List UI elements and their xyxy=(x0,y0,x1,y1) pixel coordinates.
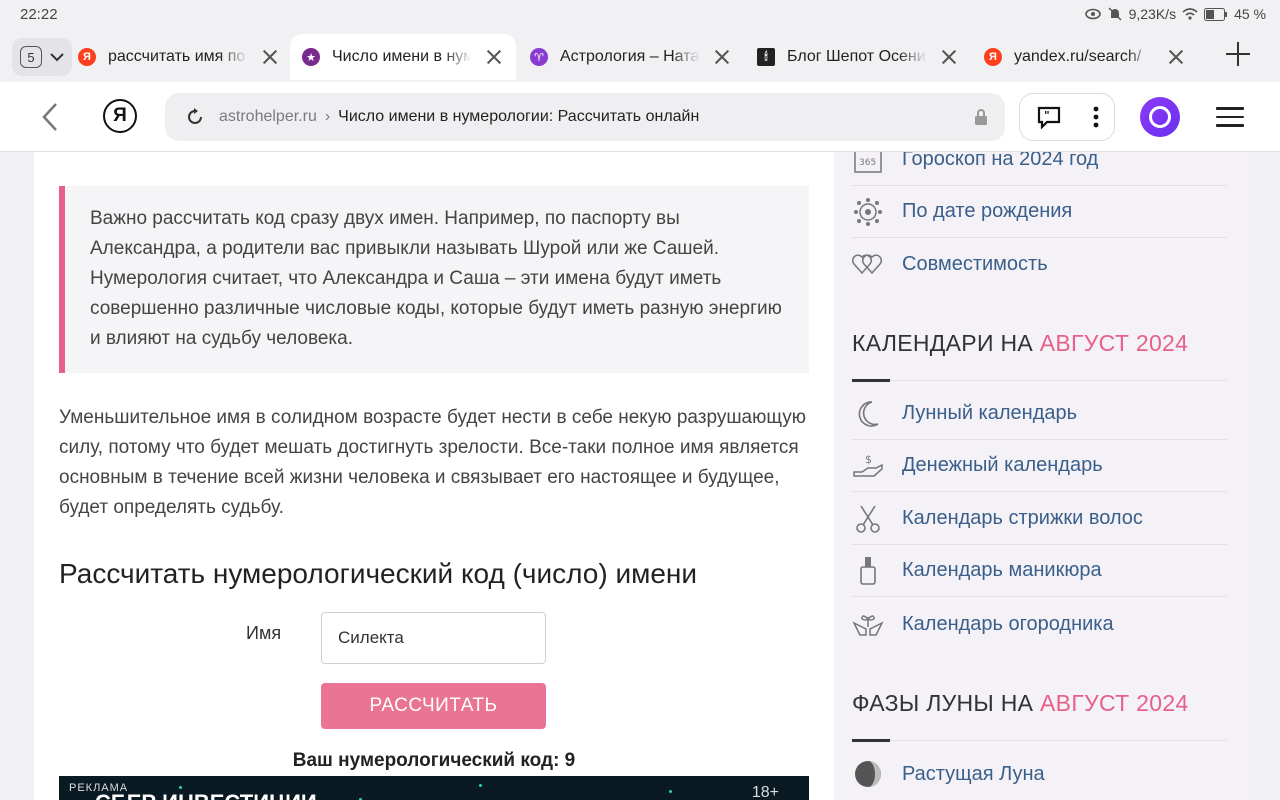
tab-item[interactable]: ♈ Астрология – Натальная карта xyxy=(518,34,742,80)
sidebar-item-label: Календарь стрижки волос xyxy=(902,507,1143,529)
zodiac-wheel-icon xyxy=(852,196,884,228)
more-vertical-icon[interactable] xyxy=(1093,105,1099,129)
yandex-icon: Я xyxy=(78,48,96,66)
sidebar-item-label: Гороскоп на 2024 год xyxy=(902,152,1099,170)
ad-age-rating: 18+ xyxy=(751,784,779,800)
alice-assistant-button[interactable] xyxy=(1140,97,1180,137)
tab-title: Число имени в нумерологии xyxy=(332,48,472,65)
sidebar-item-waxing-moon[interactable]: Растущая Луна xyxy=(852,748,1227,800)
result-text: Ваш нумерологический код: 9 xyxy=(292,750,576,771)
reload-icon[interactable] xyxy=(185,107,205,127)
tab-count: 5 xyxy=(20,46,42,68)
battery-icon xyxy=(1204,7,1228,21)
sidebar-item-lunar[interactable]: Лунный календарь xyxy=(852,388,1227,440)
sprout-hands-icon xyxy=(852,608,884,640)
close-icon[interactable] xyxy=(941,49,957,65)
waxing-moon-icon xyxy=(852,758,884,790)
system-status-bar: 22:22 9,23K/s 45 % xyxy=(0,0,1280,30)
ad-banner[interactable]: РЕКЛАМА СБЕР ИНВЕСТИЦИИ 18+ xyxy=(59,776,809,800)
sidebar-item-birthdate[interactable]: По дате рождения xyxy=(852,186,1227,238)
sidebar-item-label: Календарь огородника xyxy=(902,612,1114,635)
wifi-icon xyxy=(1182,8,1198,20)
chat-quote-icon[interactable]: " xyxy=(1036,105,1062,129)
chevron-down-icon xyxy=(50,52,64,61)
page-viewport: Важно рассчитать код сразу двух имен. На… xyxy=(0,152,1280,800)
url-page-title: Число имени в нумерологии: Рассчитать он… xyxy=(338,108,700,125)
ad-title: СБЕР ИНВЕСТИЦИИ xyxy=(95,790,317,800)
name-label: Имя xyxy=(246,623,282,643)
yandex-logo[interactable]: Я xyxy=(103,99,137,133)
section-heading: Рассчитать нумерологический код (число) … xyxy=(59,558,698,589)
sidebar-item-horoscope[interactable]: 365 Гороскоп на 2024 год xyxy=(852,152,1227,186)
name-input[interactable] xyxy=(321,612,546,664)
hearts-icon xyxy=(852,248,884,280)
calculate-button[interactable]: РАССЧИТАТЬ xyxy=(321,683,546,729)
heading-divider xyxy=(852,739,1227,742)
battery-level: 45 % xyxy=(1234,6,1266,22)
tab-title: рассчитать имя по нумерологии xyxy=(108,48,248,65)
network-speed: 9,23K/s xyxy=(1128,6,1177,22)
tab-title: Блог Шепот Осени xyxy=(787,48,926,65)
tab-title: Астрология – Натальная карта xyxy=(560,48,700,65)
tab-title: yandex.ru/search/ xyxy=(1014,48,1142,65)
close-icon[interactable] xyxy=(714,49,730,65)
article-content: Важно рассчитать код сразу двух имен. На… xyxy=(34,152,834,800)
tab-item[interactable]: Я yandex.ru/search/ xyxy=(972,34,1196,80)
sidebar-item-label: По дате рождения xyxy=(902,200,1073,222)
sidebar-item-label: Календарь маникюра xyxy=(902,559,1102,581)
calendar-365-icon: 365 xyxy=(852,152,884,176)
tab-strip: 5 Я рассчитать имя по нумерологии ★ Числ… xyxy=(0,30,1280,82)
moon-icon xyxy=(852,398,884,430)
sidebar-heading-phases: ФАЗЫ ЛУНЫ НА АВГУСТ 2024 xyxy=(852,690,1189,716)
close-icon[interactable] xyxy=(1168,49,1184,65)
yandex-icon: Я xyxy=(984,48,1002,66)
heading-divider xyxy=(852,379,1227,382)
sidebar-heading-calendars: КАЛЕНДАРИ НА АВГУСТ 2024 xyxy=(852,330,1189,356)
back-arrow-icon[interactable] xyxy=(38,102,62,132)
svg-text:$: $ xyxy=(865,453,872,466)
sidebar: 365 Гороскоп на 2024 год По дате рождени… xyxy=(834,152,1247,800)
address-bar[interactable]: astrohelper.ru › Число имени в нумеролог… xyxy=(165,93,1005,141)
sidebar-item-label: Денежный календарь xyxy=(902,454,1103,476)
status-indicators: 9,23K/s 45 % xyxy=(1084,6,1266,22)
astrology-icon: ♈ xyxy=(530,48,548,66)
astrohelper-icon: ★ xyxy=(302,48,320,66)
url-domain: astrohelper.ru xyxy=(219,108,317,125)
tab-switcher-button[interactable]: 5 xyxy=(12,38,72,76)
sidebar-item-haircut[interactable]: Календарь стрижки волос xyxy=(852,493,1227,545)
browser-toolbar: Я astrohelper.ru › Число имени в нумерол… xyxy=(0,82,1280,152)
sidebar-item-compatibility[interactable]: Совместимость xyxy=(852,238,1227,290)
hamburger-menu-icon[interactable] xyxy=(1216,107,1244,127)
close-icon[interactable] xyxy=(486,49,502,65)
lock-icon[interactable] xyxy=(973,108,989,126)
url-separator: › xyxy=(324,108,331,125)
sidebar-item-garden[interactable]: Календарь огородника xyxy=(852,598,1227,650)
article-paragraph: Уменьшительное имя в солидном возрасте б… xyxy=(59,407,806,518)
money-hand-icon: $ xyxy=(852,450,884,482)
sidebar-item-label: Лунный календарь xyxy=(902,402,1078,424)
svg-text:": " xyxy=(1044,109,1050,122)
highlight-quote: Важно рассчитать код сразу двух имен. На… xyxy=(59,186,809,373)
tab-item[interactable]: 🕯 Блог Шепот Осени xyxy=(745,34,969,80)
blog-icon: 🕯 xyxy=(757,48,775,66)
mute-bell-icon xyxy=(1108,7,1122,21)
clock: 22:22 xyxy=(20,6,58,23)
new-tab-button[interactable] xyxy=(1226,42,1250,66)
nail-polish-icon xyxy=(852,555,884,587)
tab-item-active[interactable]: ★ Число имени в нумерологии xyxy=(290,34,516,80)
eye-icon xyxy=(1084,8,1101,20)
tab-item[interactable]: Я рассчитать имя по нумерологии xyxy=(66,34,290,80)
toolbar-actions: " xyxy=(1019,93,1115,141)
sidebar-item-money[interactable]: $ Денежный календарь xyxy=(852,440,1227,492)
sidebar-item-manicure[interactable]: Календарь маникюра xyxy=(852,545,1227,597)
scissors-icon xyxy=(852,503,884,535)
sidebar-item-label: Растущая Луна xyxy=(902,762,1045,785)
sidebar-item-label: Совместимость xyxy=(902,252,1048,275)
close-icon[interactable] xyxy=(262,49,278,65)
svg-text:365: 365 xyxy=(859,158,876,168)
